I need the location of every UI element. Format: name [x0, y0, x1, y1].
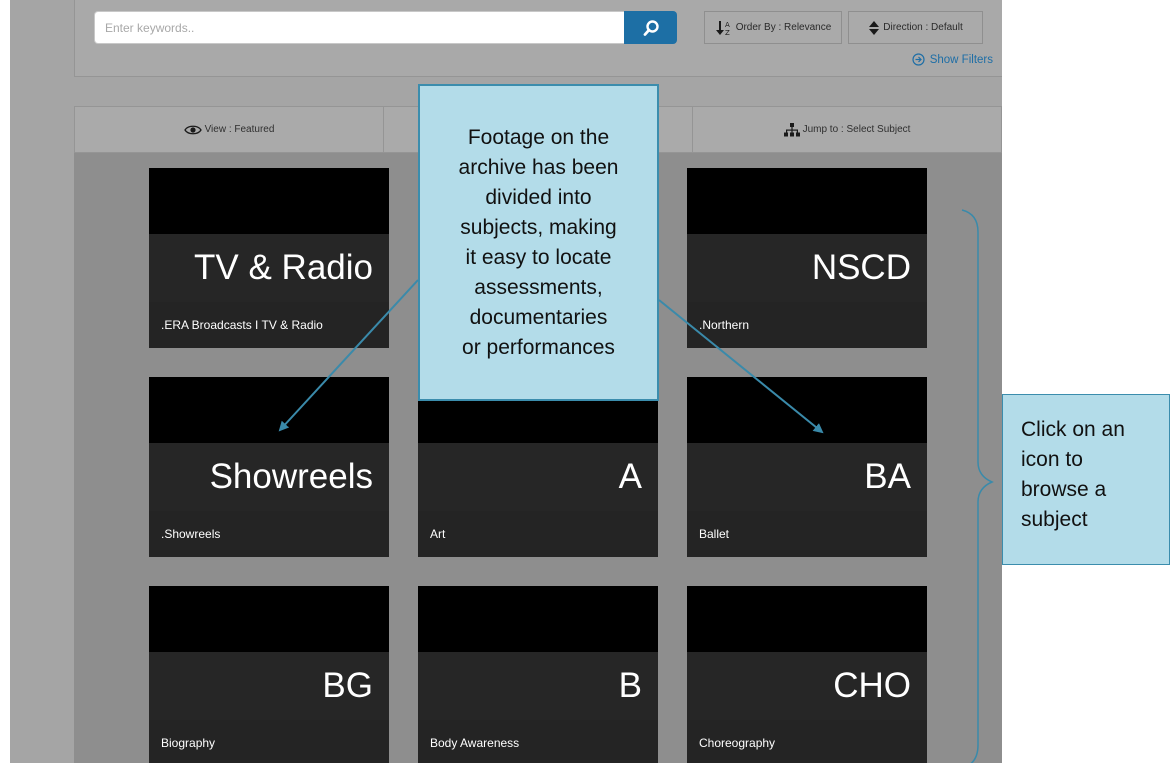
eye-icon: [183, 125, 202, 134]
callout-line: subjects, making: [460, 215, 617, 239]
search-button[interactable]: [624, 11, 677, 44]
tile-caption: Choreography: [687, 720, 927, 763]
subject-tile-body-awareness[interactable]: B Body Awareness: [418, 586, 658, 763]
tile-caption: Body Awareness: [418, 720, 658, 763]
order-by-button[interactable]: A Z Order By : Relevance: [704, 11, 842, 44]
tile-caption: .Northern: [687, 302, 927, 348]
tile-caption: Art: [418, 511, 658, 557]
subject-tile-ballet[interactable]: BA Ballet: [687, 377, 927, 557]
subject-tile-biography[interactable]: BG Biography: [149, 586, 389, 763]
show-filters-link[interactable]: Show Filters: [912, 53, 993, 66]
show-filters-label: Show Filters: [929, 53, 993, 66]
tile-abbreviation: Showreels: [149, 443, 389, 511]
callout-click-icon-note: Click on an icon to browse a subject: [1002, 394, 1170, 565]
jump-to-subject-button[interactable]: Jump to : Select Subject: [693, 107, 1001, 152]
tile-caption: Ballet: [687, 511, 927, 557]
svg-text:A: A: [725, 21, 730, 29]
callout-line: Click on an: [1021, 418, 1125, 441]
view-featured-button[interactable]: View : Featured: [75, 107, 384, 152]
callout-line: icon to: [1021, 448, 1083, 471]
jump-to-label: Jump to : Select Subject: [802, 124, 911, 135]
sort-alpha-icon: A Z: [715, 20, 730, 37]
tile-abbreviation: BG: [149, 652, 389, 720]
callout-line: it easy to locate: [465, 245, 612, 269]
sitemap-icon: [783, 122, 800, 136]
tile-abbreviation: B: [418, 652, 658, 720]
view-label: View : Featured: [204, 124, 275, 135]
tile-caption: .ERA Broadcasts I TV & Radio: [149, 302, 389, 348]
callout-line: archive has been: [458, 155, 619, 179]
subject-tile-choreography[interactable]: CHO Choreography: [687, 586, 927, 763]
direction-button[interactable]: Direction : Default: [848, 11, 983, 44]
sort-direction-icon: [869, 20, 880, 35]
tile-abbreviation: TV & Radio: [149, 234, 389, 302]
tile-abbreviation: CHO: [687, 652, 927, 720]
callout-line: subject: [1021, 508, 1088, 531]
svg-text:Z: Z: [725, 29, 730, 37]
tile-caption: .Showreels: [149, 511, 389, 557]
callout-line: browse a: [1021, 478, 1107, 501]
callout-line: divided into: [485, 185, 592, 209]
order-by-label: Order By : Relevance: [735, 22, 832, 33]
callout-subjects-note: Footage on the archive has been divided …: [418, 84, 659, 401]
subject-tile-nscd[interactable]: NSCD .Northern: [687, 168, 927, 348]
tile-abbreviation: BA: [687, 443, 927, 511]
callout-line: assessments,: [474, 275, 603, 299]
callout-line: documentaries: [469, 305, 608, 329]
direction-label: Direction : Default: [883, 22, 963, 33]
tile-abbreviation: NSCD: [687, 234, 927, 302]
tile-caption: Biography: [149, 720, 389, 763]
callout-line: Footage on the: [467, 125, 610, 149]
callout-line: or performances: [462, 335, 615, 359]
tile-abbreviation: A: [418, 443, 658, 511]
arrow-circle-right-icon: [912, 53, 925, 66]
search-icon: [643, 19, 659, 36]
subject-tile-showreels[interactable]: Showreels .Showreels: [149, 377, 389, 557]
search-panel: A Z Order By : Relevance Direction : Def…: [74, 0, 1002, 77]
search-input[interactable]: [94, 11, 624, 44]
subject-tile-art[interactable]: A Art: [418, 377, 658, 557]
subject-tile-tv-radio[interactable]: TV & Radio .ERA Broadcasts I TV & Radio: [149, 168, 389, 348]
